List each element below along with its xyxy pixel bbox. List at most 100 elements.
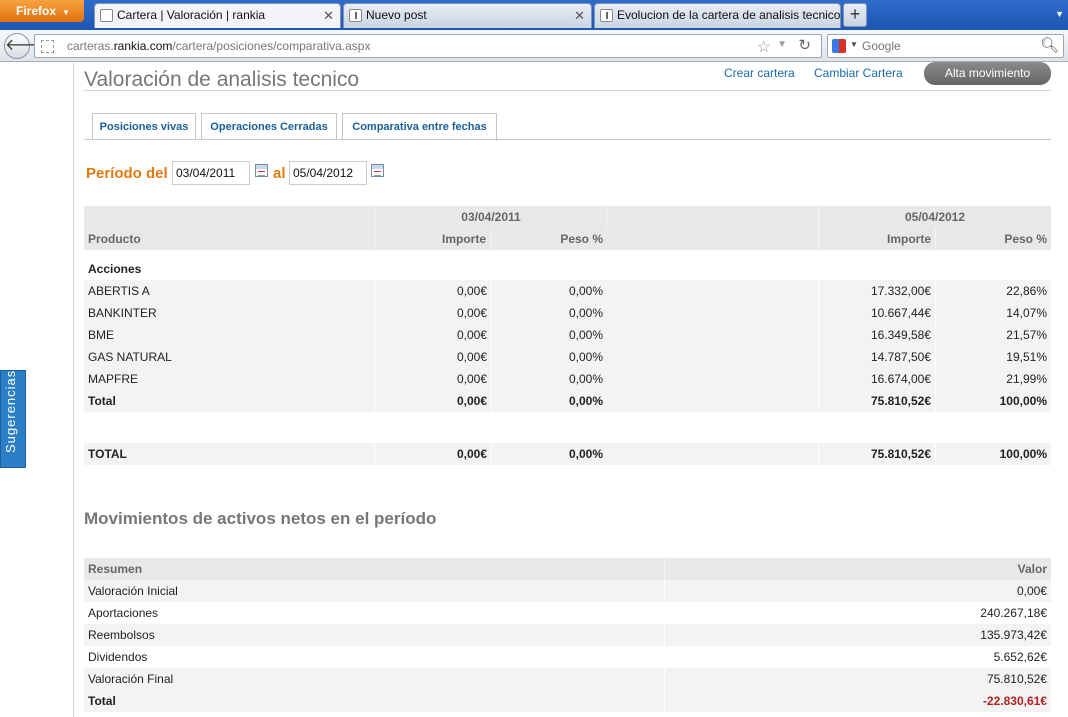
page-icon <box>100 9 113 22</box>
period-from-label: Período del <box>86 165 168 182</box>
cell-imp2: 14.787,50€ <box>818 346 931 368</box>
cell-peso2: 14,07% <box>935 302 1047 324</box>
cell-peso2: 19,51% <box>935 346 1047 368</box>
browser-nav-bar: 🡐 carteras.rankia.com/cartera/posiciones… <box>0 30 1068 62</box>
feedback-label: Sugerencias <box>3 369 18 453</box>
tab-comparativa-entre-fechas[interactable]: Comparativa entre fechas <box>342 113 497 141</box>
cell-peso1: 0,00% <box>491 390 603 412</box>
browser-tab-cartera[interactable]: Cartera | Valoración | rankia ✕ <box>94 3 341 28</box>
col-resumen: Resumen <box>88 562 143 576</box>
cell-imp1: 0,00€ <box>374 346 487 368</box>
cell-name: ABERTIS A <box>88 284 150 298</box>
cell-peso1: 0,00% <box>491 368 603 390</box>
search-bar: ▼ 🔍︎ <box>827 34 1064 58</box>
grand-total-row: TOTAL 0,00€ 0,00% 75.810,52€ 100,00% <box>84 443 1051 465</box>
cell-name: TOTAL <box>88 447 127 461</box>
search-input[interactable] <box>862 38 1042 54</box>
search-icon[interactable]: 🔍︎ <box>1040 36 1059 54</box>
cell-peso2: 21,99% <box>935 368 1047 390</box>
cell-label: Valoración Inicial <box>88 584 178 598</box>
calendar-icon[interactable] <box>371 164 384 177</box>
firefox-menu-button[interactable]: Firefox ▼ <box>0 0 84 22</box>
url-dropdown-icon[interactable]: ▼ <box>777 39 787 50</box>
date1-header: 03/04/2011 <box>374 206 607 228</box>
page-icon <box>349 9 362 22</box>
cell-label: Reembolsos <box>88 628 155 642</box>
table-row: GAS NATURAL 0,00€ 0,00% 14.787,50€ 19,51% <box>84 346 1051 368</box>
table-header: Resumen Valor <box>84 558 1051 580</box>
table-row: ABERTIS A 0,00€ 0,00% 17.332,00€ 22,86% <box>84 280 1051 302</box>
col-valor: Valor <box>664 558 1047 580</box>
close-icon[interactable]: ✕ <box>323 4 334 27</box>
cell-label: Valoración Final <box>88 672 174 686</box>
date2-header: 05/04/2012 <box>818 206 1051 228</box>
cell-value: 240.267,18€ <box>664 602 1047 624</box>
cell-value: 135.973,42€ <box>664 624 1047 646</box>
cell-peso1: 0,00% <box>491 443 603 465</box>
cell-imp1: 0,00€ <box>374 390 487 412</box>
table-row: Dividendos 5.652,62€ <box>84 646 1051 668</box>
cambiar-cartera-link[interactable]: Cambiar Cartera <box>814 66 903 80</box>
url-text[interactable]: carteras.rankia.com/cartera/posiciones/c… <box>67 39 370 53</box>
cell-label: Dividendos <box>88 650 148 664</box>
cell-peso1: 0,00% <box>491 324 603 346</box>
cell-peso2: 21,57% <box>935 324 1047 346</box>
spacer-header <box>606 206 819 228</box>
cell-name: GAS NATURAL <box>88 350 172 364</box>
feedback-tab[interactable]: Sugerencias <box>0 370 26 468</box>
cell-label: Total <box>88 694 116 708</box>
col-importe: Importe <box>818 228 931 250</box>
col-peso: Peso % <box>935 228 1047 250</box>
col-producto: Producto <box>88 232 141 246</box>
new-tab-button[interactable]: + <box>843 3 867 27</box>
browser-tab-bar: Firefox ▼ Cartera | Valoración | rankia ✕… <box>0 0 1068 30</box>
cell-value: -22.830,61€ <box>664 690 1047 712</box>
table-header-columns: Producto Importe Peso % Importe Peso % <box>84 228 1051 250</box>
tab-posiciones-vivas[interactable]: Posiciones vivas <box>92 113 196 140</box>
table-row: BANKINTER 0,00€ 0,00% 10.667,44€ 14,07% <box>84 302 1051 324</box>
close-icon[interactable]: ✕ <box>574 4 585 27</box>
tab-title: Nuevo post <box>366 8 427 22</box>
content-left-border <box>73 62 74 717</box>
calendar-icon[interactable] <box>255 164 268 177</box>
cell-peso1: 0,00% <box>491 346 603 368</box>
back-button[interactable]: 🡐 <box>4 33 48 59</box>
movements-title: Movimientos de activos netos en el perío… <box>84 509 437 528</box>
cell-peso2: 22,86% <box>935 280 1047 302</box>
url-prefix: carteras. <box>67 39 114 53</box>
cell-imp1: 0,00€ <box>374 443 487 465</box>
cell-imp1: 0,00€ <box>374 302 487 324</box>
cell-imp2: 17.332,00€ <box>818 280 931 302</box>
page-content: Sugerencias Valoración de analisis tecni… <box>0 62 1068 717</box>
reload-icon[interactable]: ↻ <box>798 36 811 54</box>
cell-label: Aportaciones <box>88 606 159 620</box>
google-icon[interactable] <box>832 39 846 53</box>
group-row: Acciones <box>84 258 1051 280</box>
browser-tab-evolucion[interactable]: Evolucion de la cartera de analisis tecn… <box>594 3 841 28</box>
date-to-field[interactable] <box>289 161 367 185</box>
date-from-field[interactable] <box>172 161 250 185</box>
cell-imp2: 75.810,52€ <box>818 443 931 465</box>
table-row: Reembolsos 135.973,42€ <box>84 624 1051 646</box>
search-engine-dropdown-icon[interactable]: ▼ <box>850 40 858 49</box>
total-row: Total -22.830,61€ <box>84 690 1051 712</box>
title-divider <box>84 90 1051 91</box>
cell-name: BANKINTER <box>88 306 157 320</box>
browser-tab-nuevo-post[interactable]: Nuevo post ✕ <box>343 3 592 28</box>
table-header-dates: 03/04/2011 05/04/2012 <box>84 206 1051 228</box>
table-row: MAPFRE 0,00€ 0,00% 16.674,00€ 21,99% <box>84 368 1051 390</box>
cell-imp2: 75.810,52€ <box>818 390 931 412</box>
subtotal-row: Total 0,00€ 0,00% 75.810,52€ 100,00% <box>84 390 1051 412</box>
cell-value: 0,00€ <box>664 580 1047 602</box>
crear-cartera-link[interactable]: Crear cartera <box>724 66 795 80</box>
col-importe: Importe <box>374 228 487 250</box>
page-title: Valoración de analisis tecnico <box>84 68 360 91</box>
tab-list-icon[interactable]: ▼ <box>1055 9 1064 19</box>
alta-movimiento-button[interactable]: Alta movimiento <box>924 62 1051 85</box>
bookmark-star-icon[interactable]: ☆ <box>757 37 771 57</box>
tab-operaciones-cerradas[interactable]: Operaciones Cerradas <box>201 113 337 140</box>
site-identity-icon[interactable] <box>41 40 54 53</box>
url-domain: rankia.com <box>113 39 173 53</box>
url-bar[interactable]: carteras.rankia.com/cartera/posiciones/c… <box>34 34 822 58</box>
table-row: Valoración Final 75.810,52€ <box>84 668 1051 690</box>
